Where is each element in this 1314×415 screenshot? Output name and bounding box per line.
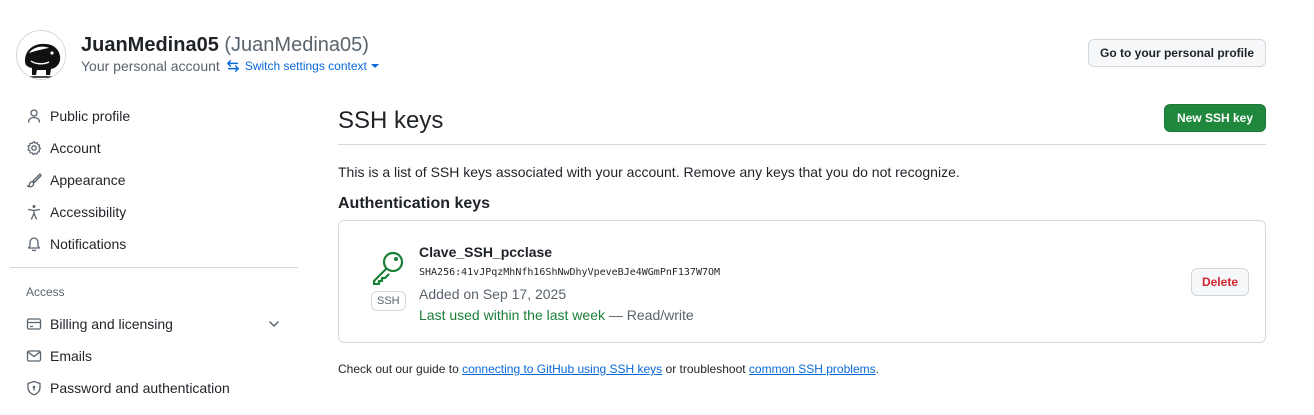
sidebar-item-label: Emails xyxy=(50,348,93,364)
new-ssh-key-button[interactable]: New SSH key xyxy=(1163,104,1266,132)
help-note-middle: or troubleshoot xyxy=(662,362,749,376)
user-display-name[interactable]: JuanMedina05 xyxy=(81,34,219,56)
sidebar-item-label: Account xyxy=(50,140,101,156)
sidebar-item-label: Public profile xyxy=(50,108,131,124)
ssh-help-note: Check out our guide to connecting to Git… xyxy=(338,362,879,376)
sidebar-item-appearance[interactable]: Appearance xyxy=(10,164,298,196)
mail-icon xyxy=(26,348,42,364)
credit-card-icon xyxy=(26,316,42,332)
paintbrush-icon xyxy=(26,172,42,188)
delete-key-button[interactable]: Delete xyxy=(1190,268,1249,296)
person-icon xyxy=(26,108,42,124)
help-note-prefix: Check out our guide to xyxy=(338,362,463,376)
caret-down-icon xyxy=(370,64,379,68)
ssh-key-added-date: Added on Sep 17, 2025 xyxy=(419,286,567,302)
go-to-profile-button[interactable]: Go to your personal profile xyxy=(1087,39,1266,67)
chevron-down-icon[interactable] xyxy=(266,316,282,335)
shield-lock-icon xyxy=(26,380,42,396)
sidebar-item-label: Billing and licensing xyxy=(50,316,173,332)
sidebar-item-public-profile[interactable]: Public profile xyxy=(10,100,298,132)
page-description: This is a list of SSH keys associated wi… xyxy=(338,164,960,180)
ssh-troubleshoot-link[interactable]: common SSH problems xyxy=(749,362,876,376)
sidebar-item-label: Notifications xyxy=(50,236,127,252)
ssh-guide-link[interactable]: connecting to GitHub using SSH keys xyxy=(462,362,662,376)
ssh-type-badge: SSH xyxy=(371,291,406,311)
arrow-switch-icon xyxy=(226,60,239,72)
settings-sidebar: Public profile Account Appearance Access… xyxy=(10,100,298,404)
key-icon xyxy=(370,251,406,288)
sidebar-item-password-authentication[interactable]: Password and authentication xyxy=(10,372,298,404)
sidebar-item-account[interactable]: Account xyxy=(10,132,298,164)
page-title: SSH keys xyxy=(338,107,444,134)
sidebar-item-notifications[interactable]: Notifications xyxy=(10,228,298,260)
ssh-keys-panel: SSH keys New SSH key This is a list of S… xyxy=(338,100,1266,376)
ssh-key-usage: Last used within the last week — Read/wr… xyxy=(419,307,694,323)
sidebar-divider xyxy=(10,267,298,268)
sidebar-heading-access: Access xyxy=(26,285,65,299)
bell-icon xyxy=(26,236,42,252)
switch-context-label: Switch settings context xyxy=(244,59,367,73)
ssh-key-list-item: SSH Clave_SSH_pcclase SHA256:41vJPqzMhNf… xyxy=(338,220,1266,343)
gear-icon xyxy=(26,140,42,156)
accessibility-icon xyxy=(26,204,42,220)
avatar[interactable] xyxy=(16,30,66,80)
section-title-authentication-keys: Authentication keys xyxy=(338,195,491,212)
sidebar-item-label: Password and authentication xyxy=(50,380,230,396)
sidebar-item-accessibility[interactable]: Accessibility xyxy=(10,196,298,228)
sidebar-item-emails[interactable]: Emails xyxy=(10,340,298,372)
ssh-key-title: Clave_SSH_pcclase xyxy=(419,244,553,260)
user-login: (JuanMedina05) xyxy=(224,34,369,56)
account-subtitle-row: Your personal account Switch settings co… xyxy=(81,58,379,74)
ssh-key-fingerprint: SHA256:41vJPqzMhNfh16ShNwDhyVpeveBJe4WGm… xyxy=(419,267,721,278)
user-name: JuanMedina05 (JuanMedina05) xyxy=(81,34,369,57)
sidebar-item-label: Appearance xyxy=(50,172,126,188)
account-header: JuanMedina05 (JuanMedina05) Your persona… xyxy=(16,28,1266,80)
ssh-key-last-used: Last used within the last week xyxy=(419,307,605,323)
page-header: SSH keys New SSH key xyxy=(338,100,1266,145)
sidebar-item-label: Accessibility xyxy=(50,204,127,220)
help-note-suffix: . xyxy=(875,362,879,376)
ssh-key-access-level: — Read/write xyxy=(608,307,694,323)
switch-context-button[interactable]: Switch settings context xyxy=(226,59,379,73)
account-type-label: Your personal account xyxy=(81,58,220,74)
sidebar-item-billing[interactable]: Billing and licensing xyxy=(10,308,298,340)
